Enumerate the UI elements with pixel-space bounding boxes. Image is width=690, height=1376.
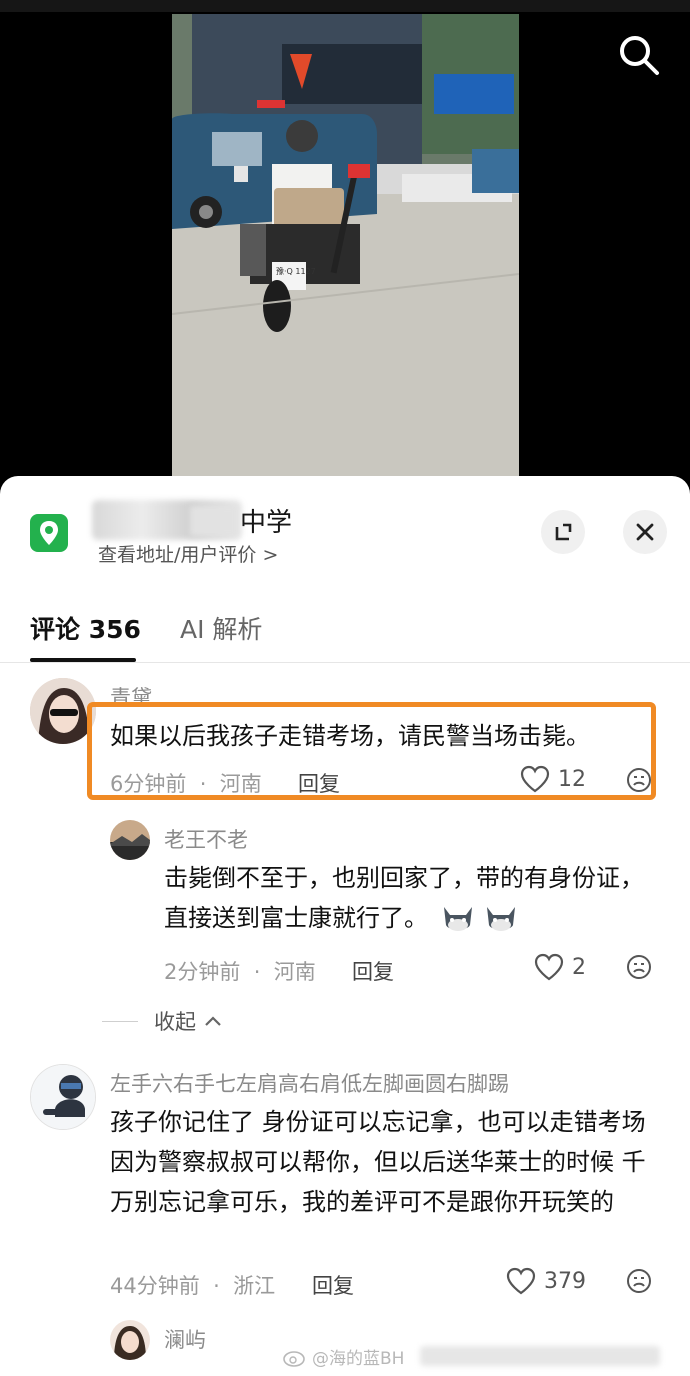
search-icon — [620, 36, 659, 75]
like-count: 2 — [572, 954, 586, 980]
expand-button[interactable] — [541, 510, 585, 554]
reply-button[interactable]: 回复 — [312, 1270, 354, 1300]
weibo-logo-icon — [283, 1350, 305, 1367]
collapse-replies-button[interactable]: 收起 — [102, 1006, 224, 1036]
reply-username[interactable]: 老王不老 — [164, 824, 248, 854]
meta-separator: · — [206, 1274, 227, 1298]
tab-ai-analysis[interactable]: AI 解析 — [180, 610, 262, 646]
watermark-text: @海的蓝BH — [312, 1349, 405, 1369]
status-strip — [0, 0, 690, 12]
collapse-divider — [102, 1020, 138, 1022]
avatar[interactable] — [110, 820, 150, 860]
heart-icon — [534, 953, 564, 981]
close-icon — [636, 523, 654, 541]
comment-time: 44分钟前 — [110, 1274, 200, 1298]
location-subtitle-link[interactable]: 查看地址/用户评价 > — [98, 540, 278, 567]
video-frame[interactable]: 豫·Q 1127 — [172, 14, 519, 476]
close-button[interactable] — [623, 510, 667, 554]
location-pin-icon[interactable] — [30, 514, 68, 552]
highlight-box — [87, 702, 656, 800]
comment-text: 孩子你记住了 身份证可以忘记拿，也可以走错考场 因为警察叔叔可以帮你，但以后送华… — [110, 1108, 646, 1216]
comment-meta: 44分钟前 · 浙江 — [110, 1270, 275, 1300]
comments-sheet: 中学 查看地址/用户评价 > 评论 356 AI 解析 青黛 如果以后我孩子走错… — [0, 476, 690, 1376]
chevron-up-icon — [205, 1016, 221, 1026]
frown-icon — [627, 955, 651, 979]
svg-text:豫·Q 1127: 豫·Q 1127 — [276, 266, 316, 276]
frown-icon — [627, 1269, 651, 1293]
watermark-blur — [420, 1346, 660, 1366]
location-title[interactable]: 中学 — [240, 502, 292, 539]
meta-separator: · — [247, 960, 268, 984]
emoji-icon — [440, 903, 476, 935]
avatar[interactable] — [30, 1064, 96, 1130]
comment-username[interactable]: 澜屿 — [164, 1324, 206, 1354]
reply-meta: 2分钟前 · 河南 — [164, 956, 316, 986]
emoji-icon — [483, 903, 519, 935]
collapse-label: 收起 — [154, 1010, 196, 1034]
expand-icon — [555, 523, 572, 541]
like-button[interactable]: 379 — [506, 1267, 586, 1295]
tab-comments[interactable]: 评论 356 — [30, 610, 141, 646]
reply-region: 河南 — [273, 960, 316, 984]
watermark: @海的蓝BH — [282, 1344, 404, 1369]
avatar[interactable] — [110, 1320, 150, 1360]
heart-icon — [506, 1267, 536, 1295]
like-count: 379 — [544, 1268, 586, 1294]
comment-region: 浙江 — [233, 1274, 276, 1298]
street-scene: 豫·Q 1127 — [172, 14, 519, 476]
reply-time: 2分钟前 — [164, 960, 241, 984]
reply-button[interactable]: 回复 — [352, 956, 394, 986]
comment-username[interactable]: 左手六右手七左肩高右肩低左脚画圆右脚踢 — [110, 1068, 509, 1098]
tabs-divider — [0, 662, 690, 663]
video-player[interactable]: 豫·Q 1127 — [0, 0, 690, 500]
dislike-button[interactable] — [626, 1268, 652, 1294]
reply-text: 击毙倒不至于，也别回家了，带的有身份证，直接送到富士康就行了。 — [164, 858, 664, 938]
location-name-blurred-2 — [190, 506, 238, 536]
like-button[interactable]: 2 — [534, 953, 586, 981]
dislike-button[interactable] — [626, 954, 652, 980]
search-button[interactable] — [616, 32, 662, 78]
